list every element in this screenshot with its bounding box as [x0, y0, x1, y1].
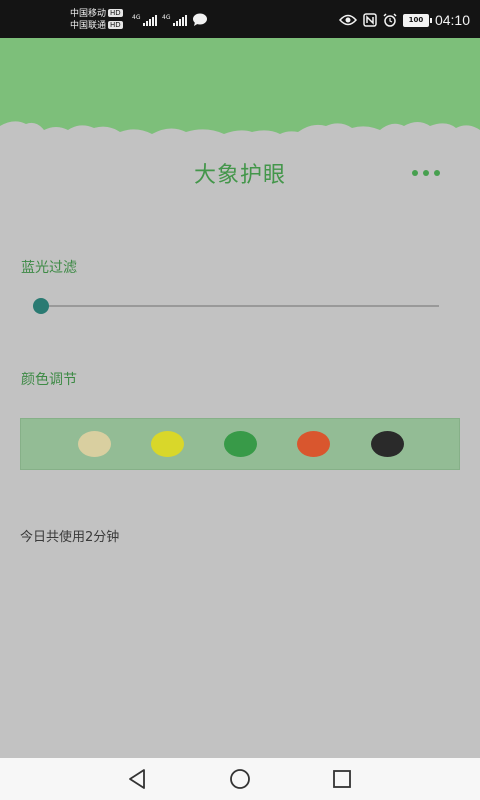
status-clock: 04:10 [434, 12, 470, 28]
nfc-icon [363, 13, 377, 27]
battery-level: 100 [408, 15, 424, 24]
more-dot-3 [434, 170, 440, 176]
eye-icon [338, 14, 357, 26]
network-type-2: 4G [162, 14, 171, 21]
color-swatch-orange[interactable] [297, 431, 330, 457]
status-right-group: 100 04:10 [338, 10, 470, 30]
color-swatch-black[interactable] [371, 431, 404, 457]
signal-icon: 4G [132, 14, 157, 26]
home-circle-icon[interactable] [226, 766, 254, 792]
carrier-1-name: 中国移动 [70, 9, 107, 19]
back-triangle-icon[interactable] [124, 766, 152, 792]
color-swatch-green[interactable] [224, 431, 257, 457]
status-bar: 中国移动 HD 中国联通 HD 4G 4G 100 04:10 [0, 0, 480, 38]
color-adjust-label: 颜色调节 [21, 372, 77, 388]
recent-square-icon[interactable] [328, 766, 356, 792]
hd-badge-2: HD [108, 21, 123, 29]
more-options-button[interactable] [404, 160, 448, 186]
system-nav-bar [0, 758, 480, 800]
signal-icon-2: 4G [162, 14, 187, 26]
chat-bubble-icon [193, 13, 207, 26]
color-swatch-panel [20, 418, 460, 470]
carrier-1: 中国移动 HD [70, 9, 123, 20]
more-dots-icon [412, 170, 418, 176]
usage-time-text: 今日共使用2分钟 [20, 530, 120, 545]
network-type-1: 4G [132, 14, 141, 21]
slider-thumb[interactable] [33, 298, 49, 314]
alarm-icon [383, 13, 397, 27]
header-cloud-banner [0, 38, 480, 150]
hd-badge-1: HD [108, 9, 123, 17]
color-swatch-beige[interactable] [78, 431, 111, 457]
battery-icon: 100 [402, 13, 432, 27]
carrier-2-name: 中国联通 [70, 21, 107, 31]
more-dot-2 [423, 170, 429, 176]
app-screen: 中国移动 HD 中国联通 HD 4G 4G 100 04:10 大象护眼 蓝光过… [0, 0, 480, 800]
carrier-2: 中国联通 HD [70, 21, 123, 32]
color-swatch-yellow[interactable] [151, 431, 184, 457]
blue-light-slider[interactable] [33, 296, 439, 316]
slider-track [33, 305, 439, 307]
blue-light-label: 蓝光过滤 [21, 260, 77, 276]
